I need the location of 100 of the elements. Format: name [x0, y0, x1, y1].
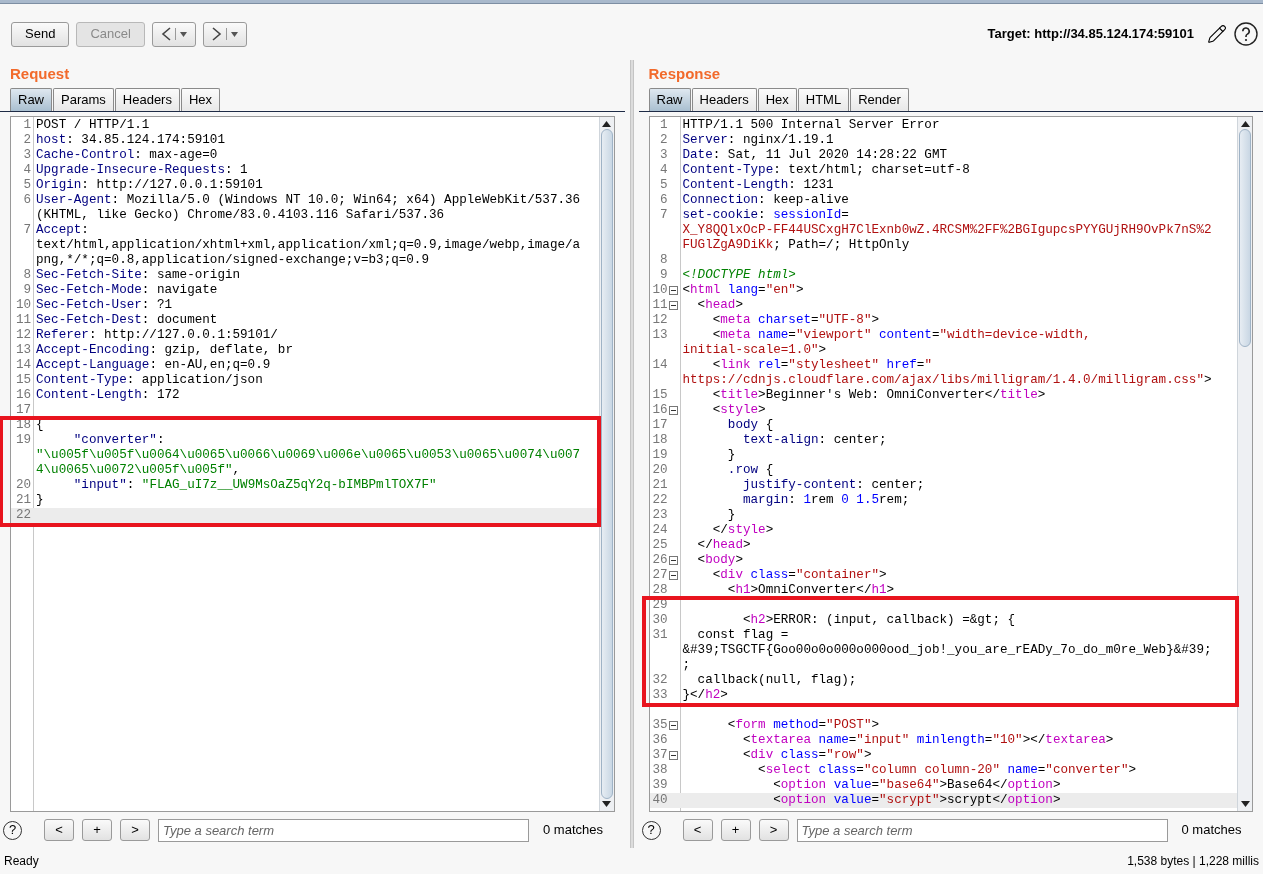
line-number: 38: [652, 763, 668, 778]
send-button[interactable]: Send: [11, 21, 70, 47]
collapse-icon[interactable]: [668, 301, 678, 310]
code-line: text/html,application/xhtml+xml,application/xml;q=0.9,image/webp,image/a: [35, 238, 581, 253]
code-line: <option value="base64">Base64</option>: [772, 778, 1061, 793]
search-field[interactable]: Type a search term: [158, 818, 529, 842]
line-number: 18: [652, 433, 668, 448]
line-number: 32: [652, 673, 668, 688]
code-line: }: [35, 493, 44, 508]
line-number: 10: [652, 283, 668, 298]
code-line: }: [726, 508, 736, 523]
code-line: <option value="scrypt">scrypt</option>: [772, 793, 1061, 808]
tab[interactable]: Params: [53, 88, 114, 111]
search-field[interactable]: Type a search term: [796, 818, 1168, 842]
add-button[interactable]: +: [82, 819, 112, 841]
line-number: 11: [652, 298, 668, 313]
tab[interactable]: Raw: [648, 88, 691, 111]
line-number: 8: [23, 268, 31, 283]
code-line: Connection: keep-alive: [681, 193, 849, 208]
line-number: 7: [659, 208, 668, 223]
line-number: 3: [23, 148, 31, 163]
line-number: 13: [15, 343, 31, 358]
code-line: }</h2>: [681, 688, 728, 703]
code-line: margin: 1rem 0 1.5rem;: [741, 493, 910, 508]
collapse-icon[interactable]: [668, 571, 678, 580]
tab[interactable]: Headers: [691, 88, 757, 111]
code-line: User-Agent: Mozilla/5.0 (Windows NT 10.0; Win64; x64) AppleWebKit/537.36: [35, 193, 581, 208]
collapse-icon[interactable]: [668, 556, 678, 565]
line-number: 1: [23, 118, 31, 133]
code-line: &#39;TSGCTF{Goo00o0o000o000ood_job!_you_are_rEADy_7o_do_m0re_Web}&#39;: [681, 643, 1212, 658]
code-line: <!DOCTYPE html>: [681, 268, 796, 283]
code-line: <meta name="viewport" content="width=device-width,: [711, 328, 1091, 343]
collapse-icon[interactable]: [668, 286, 678, 295]
scroll-up-icon[interactable]: [602, 121, 611, 127]
caret-icon: [179, 31, 187, 37]
edit-icon[interactable]: [1207, 24, 1227, 44]
line-number: 35: [652, 718, 668, 733]
tab[interactable]: Hex: [757, 88, 797, 111]
line-number: 14: [15, 358, 31, 373]
code-line: FUGlZgA9DiKk; Path=/; HttpOnly: [681, 238, 910, 253]
code-line: <meta charset="UTF-8">: [711, 313, 880, 328]
line-number: 8: [659, 253, 668, 268]
line-number: 33: [652, 688, 668, 703]
line-number: 22: [652, 493, 668, 508]
code-line: <link rel="stylesheet" href=": [711, 358, 932, 373]
code-line: const flag =: [696, 628, 789, 643]
line-number: 36: [652, 733, 668, 748]
collapse-icon[interactable]: [668, 406, 678, 415]
target-label: Target: http://34.85.124.174:59101: [987, 25, 1194, 44]
code-line: .row {: [726, 463, 774, 478]
code-line: POST / HTTP/1.1: [35, 118, 150, 133]
caret-icon: [230, 31, 238, 37]
code-line: Sec-Fetch-Mode: navigate: [35, 283, 218, 298]
forward-button[interactable]: [202, 21, 247, 47]
chevron-left-icon: [160, 27, 171, 41]
previous-button[interactable]: <: [44, 819, 74, 841]
collapse-icon[interactable]: [668, 721, 678, 730]
line-number: 26: [652, 553, 668, 568]
tab[interactable]: Headers: [114, 88, 180, 111]
line-number: 4: [23, 163, 31, 178]
tab[interactable]: Raw: [10, 88, 52, 111]
code-line: <h2>ERROR: (input, callback) =&gt; {: [741, 613, 1016, 628]
add-button[interactable]: +: [720, 819, 751, 841]
line-number: 5: [659, 178, 668, 193]
previous-button[interactable]: <: [682, 819, 713, 841]
line-number: 37: [652, 748, 668, 763]
code-line: <div class="row">: [741, 748, 872, 763]
line-number: 14: [652, 358, 668, 373]
code-line: Accept:: [35, 223, 89, 238]
code-line: Sec-Fetch-User: ?1: [35, 298, 173, 313]
scrollbar[interactable]: [1237, 117, 1252, 811]
code-line: Upgrade-Insecure-Requests: 1: [35, 163, 248, 178]
next-button[interactable]: >: [758, 819, 789, 841]
help-icon[interactable]: [1234, 22, 1258, 46]
code-line: Cache-Control: max-age=0: [35, 148, 218, 163]
scroll-up-icon[interactable]: [1240, 121, 1250, 127]
scroll-down-icon[interactable]: [1240, 801, 1250, 807]
line-number: 12: [652, 313, 668, 328]
code-line: <select class="column column-20" name="converter">: [757, 763, 1137, 778]
code-line: HTTP/1.1 500 Internal Server Error: [681, 118, 940, 133]
line-number: 19: [652, 448, 668, 463]
tab[interactable]: Render: [850, 88, 909, 111]
line-number: 20: [15, 478, 31, 493]
scroll-down-icon[interactable]: [602, 801, 611, 807]
match-count: 0 matches: [1181, 821, 1242, 840]
code-line: Content-Type: application/json: [35, 373, 263, 388]
chevron-right-icon: [211, 27, 222, 41]
line-number: 15: [15, 373, 31, 388]
line-number: 20: [652, 463, 668, 478]
back-button[interactable]: [151, 21, 196, 47]
collapse-icon[interactable]: [668, 751, 678, 760]
line-number: 9: [659, 268, 668, 283]
code-line: text-align: center;: [741, 433, 887, 448]
line-number: 4: [659, 163, 668, 178]
tab[interactable]: HTML: [797, 88, 850, 111]
code-line: host: 34.85.124.174:59101: [35, 133, 225, 148]
tab[interactable]: Hex: [180, 88, 221, 111]
scrollbar[interactable]: [598, 117, 614, 811]
line-number: 2: [659, 133, 668, 148]
next-button[interactable]: >: [120, 819, 150, 841]
